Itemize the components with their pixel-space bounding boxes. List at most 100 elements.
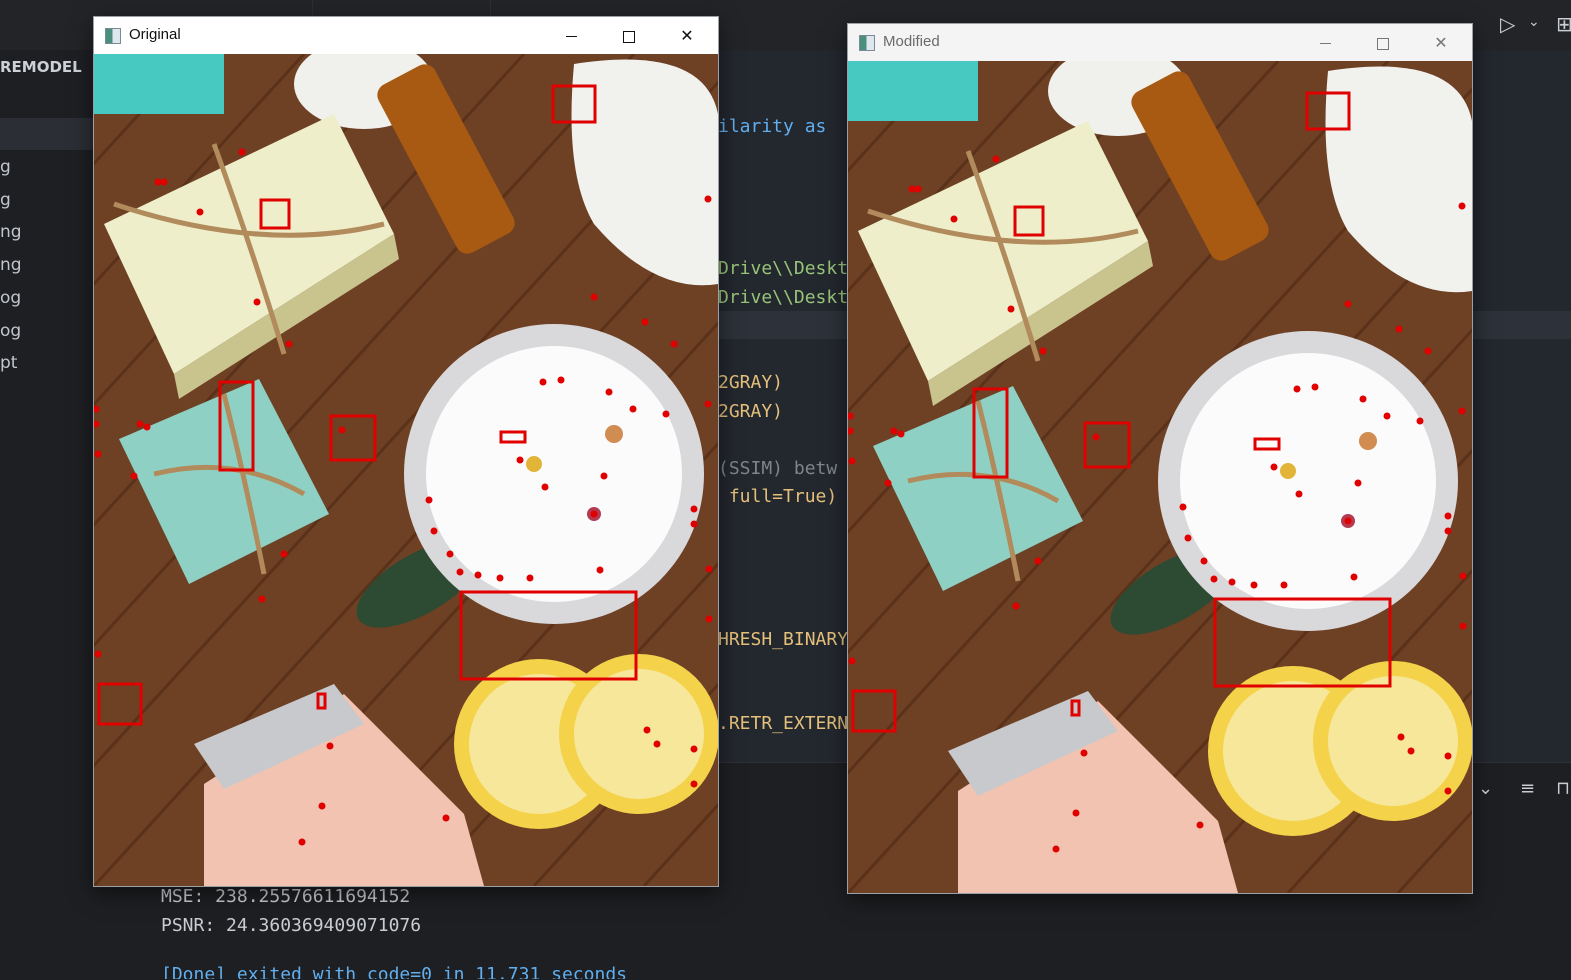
window-title: Original bbox=[129, 26, 181, 43]
explorer-file[interactable]: g bbox=[0, 190, 11, 210]
original-image-scene bbox=[94, 54, 718, 886]
lock-icon[interactable]: ⊓ bbox=[1556, 778, 1570, 799]
difference-dot bbox=[318, 802, 326, 810]
close-button[interactable]: ✕ bbox=[1412, 24, 1470, 61]
difference-dot bbox=[1458, 202, 1466, 210]
difference-dot bbox=[629, 405, 637, 413]
difference-dot bbox=[136, 420, 144, 428]
difference-dot bbox=[690, 780, 698, 788]
difference-dot bbox=[1444, 787, 1452, 795]
window-titlebar[interactable]: Modified ✕ bbox=[848, 24, 1472, 61]
difference-dot bbox=[1179, 503, 1187, 511]
code-line: Drive\\Deskt bbox=[718, 258, 849, 279]
difference-dot bbox=[442, 814, 450, 822]
difference-dot bbox=[196, 208, 204, 216]
maximize-icon bbox=[1377, 37, 1389, 50]
difference-dot bbox=[285, 340, 293, 348]
difference-dot bbox=[425, 496, 433, 504]
difference-dot bbox=[884, 479, 892, 487]
difference-dot bbox=[1397, 733, 1405, 741]
difference-dot bbox=[600, 472, 608, 480]
difference-dot bbox=[897, 430, 905, 438]
difference-dot bbox=[643, 726, 651, 734]
difference-dot bbox=[1295, 490, 1303, 498]
difference-dot bbox=[1270, 463, 1278, 471]
difference-dot bbox=[1293, 385, 1301, 393]
difference-dot bbox=[670, 340, 678, 348]
difference-dot bbox=[704, 195, 712, 203]
difference-dot bbox=[1080, 749, 1088, 757]
modified-image bbox=[848, 61, 1472, 893]
difference-dot bbox=[705, 565, 713, 573]
window-titlebar[interactable]: Original ✕ bbox=[94, 17, 718, 54]
difference-dot bbox=[1458, 407, 1466, 415]
explorer-file[interactable]: ng bbox=[0, 255, 22, 275]
app-icon bbox=[105, 28, 121, 44]
explorer-file[interactable]: g bbox=[0, 157, 11, 177]
maximize-button[interactable] bbox=[600, 17, 658, 54]
difference-dot bbox=[705, 615, 713, 623]
difference-dot bbox=[1344, 300, 1352, 308]
code-line: full=True) bbox=[718, 486, 838, 507]
difference-dot bbox=[338, 426, 346, 434]
difference-dot bbox=[1200, 557, 1208, 565]
explorer-file[interactable]: og bbox=[0, 288, 21, 308]
close-button[interactable]: ✕ bbox=[658, 17, 716, 54]
code-line: 2GRAY) bbox=[718, 401, 784, 422]
difference-dot bbox=[446, 550, 454, 558]
chevron-down-icon[interactable]: ⌄ bbox=[1478, 778, 1493, 799]
explorer-file[interactable]: pt bbox=[0, 353, 17, 373]
maximize-button[interactable] bbox=[1354, 24, 1412, 61]
difference-dot bbox=[1444, 512, 1452, 520]
difference-dot bbox=[1072, 809, 1080, 817]
petal bbox=[526, 456, 542, 472]
explorer-file[interactable]: og bbox=[0, 321, 21, 341]
modified-image-window[interactable]: Modified ✕ bbox=[847, 23, 1473, 894]
difference-dot bbox=[1444, 752, 1452, 760]
difference-dot bbox=[596, 566, 604, 574]
explorer-file[interactable]: ng bbox=[0, 222, 22, 242]
difference-dot bbox=[94, 650, 102, 658]
petal bbox=[1359, 432, 1377, 450]
difference-dot bbox=[1210, 575, 1218, 583]
cream-bowl bbox=[1180, 353, 1436, 609]
lemon-flesh bbox=[574, 669, 704, 799]
minimize-button[interactable] bbox=[1296, 24, 1354, 61]
difference-dot bbox=[641, 318, 649, 326]
difference-dot bbox=[160, 178, 168, 186]
petal bbox=[1280, 463, 1296, 479]
chevron-down-icon[interactable]: ⌄ bbox=[1528, 14, 1540, 30]
minimize-button[interactable] bbox=[542, 17, 600, 54]
run-icon[interactable]: ▷ bbox=[1500, 12, 1515, 36]
teal-jar bbox=[94, 54, 224, 114]
split-editor-icon[interactable]: ⊞ bbox=[1556, 12, 1571, 36]
difference-dot bbox=[1459, 572, 1467, 580]
maximize-icon bbox=[623, 30, 635, 43]
difference-dot bbox=[1359, 395, 1367, 403]
difference-dot bbox=[992, 155, 1000, 163]
difference-dot bbox=[1416, 417, 1424, 425]
explorer-sidebar bbox=[0, 50, 94, 890]
difference-dot bbox=[1344, 517, 1352, 525]
difference-dot bbox=[1280, 581, 1288, 589]
difference-dot bbox=[541, 483, 549, 491]
difference-dot bbox=[280, 550, 288, 558]
difference-dot bbox=[1034, 557, 1042, 565]
original-image-window[interactable]: Original ✕ bbox=[93, 16, 719, 887]
difference-dot bbox=[848, 657, 856, 665]
difference-dot bbox=[1311, 383, 1319, 391]
difference-dot bbox=[1228, 578, 1236, 586]
difference-dot bbox=[950, 215, 958, 223]
difference-dot bbox=[1184, 534, 1192, 542]
difference-dot bbox=[526, 574, 534, 582]
explorer-selected-row[interactable] bbox=[0, 118, 94, 150]
difference-dot bbox=[1407, 747, 1415, 755]
difference-dot bbox=[1039, 347, 1047, 355]
difference-dot bbox=[430, 527, 438, 535]
difference-dot bbox=[94, 450, 102, 458]
clear-terminal-icon[interactable]: ≡ bbox=[1520, 778, 1535, 799]
difference-dot bbox=[456, 568, 464, 576]
difference-dot bbox=[1424, 347, 1432, 355]
difference-dot bbox=[1354, 479, 1362, 487]
difference-dot bbox=[1092, 433, 1100, 441]
